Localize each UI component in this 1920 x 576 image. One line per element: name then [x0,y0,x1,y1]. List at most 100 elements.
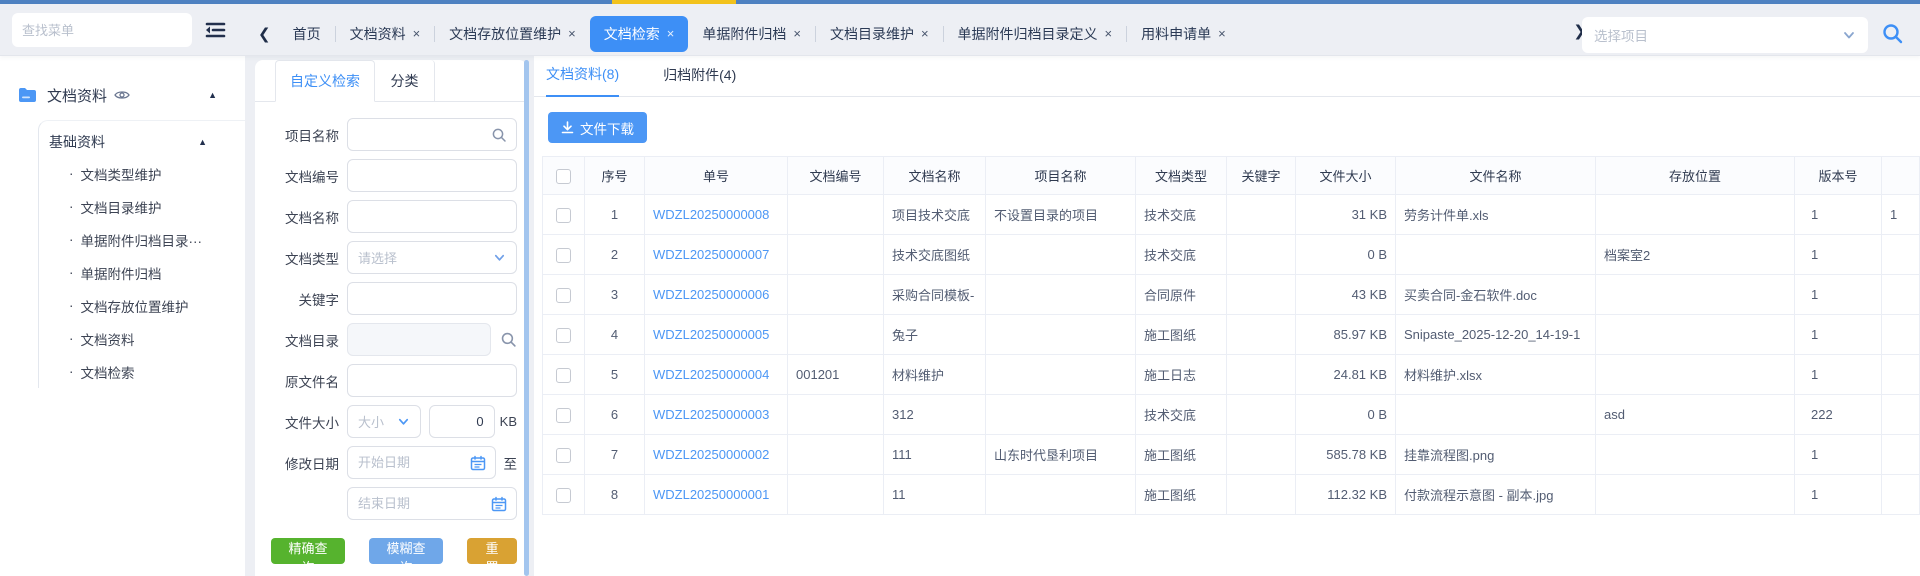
project-name-field[interactable] [347,118,517,151]
sidebar-item-文档检索[interactable]: ·文档检索 [39,355,245,388]
cell-doc_type: 技术交底 [1136,195,1227,235]
cell-doc_no[interactable]: WDZL20250000005 [645,315,788,355]
reset-button[interactable]: 重置 [467,538,517,564]
main-tab-文档资料(8)[interactable]: 文档资料(8) [546,64,619,97]
row-checkbox-cell [543,435,585,475]
bullet-icon: · [69,232,74,247]
panel-scrollbar[interactable] [524,60,529,576]
cell-version: 1 [1795,275,1882,315]
bullet-icon: · [69,331,74,346]
row-checkbox[interactable] [556,368,571,383]
tab-close-icon[interactable]: × [667,26,675,41]
row-checkbox[interactable] [556,328,571,343]
cell-location [1596,315,1795,355]
size-op-select[interactable]: 大小 [347,405,421,438]
select-all-checkbox[interactable] [556,169,571,184]
sidebar-item-文档类型维护[interactable]: ·文档类型维护 [39,157,245,190]
cell-doc_no[interactable]: WDZL20250000001 [645,475,788,515]
main-tab-归档附件(4)[interactable]: 归档附件(4) [663,65,736,96]
doc-no-label: 文档编号 [261,166,339,186]
tab-close-icon[interactable]: × [568,26,576,41]
sidebar-item-文档目录维护[interactable]: ·文档目录维护 [39,190,245,223]
orig-filename-input[interactable] [348,365,516,396]
orig-filename-field[interactable] [347,364,517,397]
search-icon[interactable] [491,127,507,143]
tab-category[interactable]: 分类 [375,60,435,101]
sidebar-item-文档存放位置维护[interactable]: ·文档存放位置维护 [39,289,245,322]
row-checkbox[interactable] [556,408,571,423]
cell-file_size: 112.32 KB [1296,475,1396,515]
header-search-icon[interactable] [1881,22,1904,45]
tab-文档目录维护[interactable]: 文档目录维护× [816,16,943,52]
tab-文档存放位置维护[interactable]: 文档存放位置维护× [435,16,590,52]
size-value-field[interactable] [429,405,494,438]
sidebar-group-header[interactable]: 基础资料 ▲ [39,127,245,157]
tab-单据附件归档目录定义[interactable]: 单据附件归档目录定义× [944,16,1127,52]
exact-search-button[interactable]: 精确查询 [271,538,345,564]
doc-type-select[interactable]: 请选择 [347,241,517,274]
menu-search-input[interactable] [22,23,182,38]
tab-scroll-left-icon[interactable]: ❮ [250,25,279,43]
tab-close-icon[interactable]: × [921,26,929,41]
sidebar-root-item[interactable]: 文档资料 ▲ [18,78,233,112]
sidebar-item-单据附件归档[interactable]: ·单据附件归档 [39,256,245,289]
cell-no: 1 [585,195,645,235]
calendar-icon[interactable] [491,496,507,512]
tab-用料申请单[interactable]: 用料申请单× [1127,16,1240,52]
keyword-field[interactable] [347,282,517,315]
tab-close-icon[interactable]: × [413,26,421,41]
start-date-field[interactable] [347,446,496,479]
tab-custom-search[interactable]: 自定义检索 [275,60,375,102]
sidebar-collapse-icon[interactable] [200,18,230,42]
tab-label: 单据附件归档 [702,24,786,44]
row-checkbox[interactable] [556,248,571,263]
fuzzy-search-button[interactable]: 模糊查询 [369,538,443,564]
cell-doc_no[interactable]: WDZL20250000007 [645,235,788,275]
cell-doc_no[interactable]: WDZL20250000003 [645,395,788,435]
collapse-arrow-icon[interactable]: ▲ [208,90,217,100]
sidebar-item-文档资料[interactable]: ·文档资料 [39,322,245,355]
tab-close-icon[interactable]: × [793,26,801,41]
doc-no-field[interactable] [347,159,517,192]
size-value-input[interactable] [430,406,493,437]
row-checkbox[interactable] [556,488,571,503]
menu-search-box[interactable] [12,13,192,47]
row-checkbox[interactable] [556,208,571,223]
cell-doc_no[interactable]: WDZL20250000004 [645,355,788,395]
end-date-field[interactable] [347,487,517,520]
calendar-icon[interactable] [470,455,486,471]
modify-date-label: 修改日期 [261,453,339,473]
cell-doc_type: 技术交底 [1136,395,1227,435]
app-window: ❮ 首页文档资料×文档存放位置维护×文档检索×单据附件归档×文档目录维护×单据附… [0,0,1920,576]
project-select[interactable]: 选择项目 [1582,17,1868,53]
cell-file_size: 24.81 KB [1296,355,1396,395]
doc-dir-search-icon[interactable] [500,331,517,348]
cell-file_size: 31 KB [1296,195,1396,235]
tab-close-icon[interactable]: × [1105,26,1113,41]
eye-icon[interactable] [114,89,130,101]
doc-name-input[interactable] [348,201,516,232]
tab-close-icon[interactable]: × [1218,26,1226,41]
tab-文档资料[interactable]: 文档资料× [336,16,435,52]
collapse-arrow-icon[interactable]: ▲ [198,137,207,147]
cell-doc_no[interactable]: WDZL20250000008 [645,195,788,235]
cell-file_name: 材料维护.xlsx [1396,355,1596,395]
table-row: 3WDZL20250000006采购合同模板-合同原件43 KB买卖合同-金石软… [543,275,1920,315]
cell-no: 6 [585,395,645,435]
cell-keyword [1227,235,1296,275]
doc-no-input[interactable] [348,160,516,191]
doc-name-field[interactable] [347,200,517,233]
sidebar-item-单据附件归档目录···[interactable]: ·单据附件归档目录··· [39,223,245,256]
tab-首页[interactable]: 首页 [279,16,335,52]
tab-文档检索[interactable]: 文档检索× [590,16,689,52]
tab-单据附件归档[interactable]: 单据附件归档 × [688,16,815,52]
cell-doc_no[interactable]: WDZL20250000006 [645,275,788,315]
file-download-button[interactable]: 文件下载 [548,112,647,143]
cell-no: 7 [585,435,645,475]
cell-doc_no[interactable]: WDZL20250000002 [645,435,788,475]
keyword-input[interactable] [348,283,516,314]
sidebar-item-label: 文档存放位置维护 [81,296,189,316]
row-checkbox[interactable] [556,448,571,463]
row-checkbox[interactable] [556,288,571,303]
cell-project [986,275,1136,315]
